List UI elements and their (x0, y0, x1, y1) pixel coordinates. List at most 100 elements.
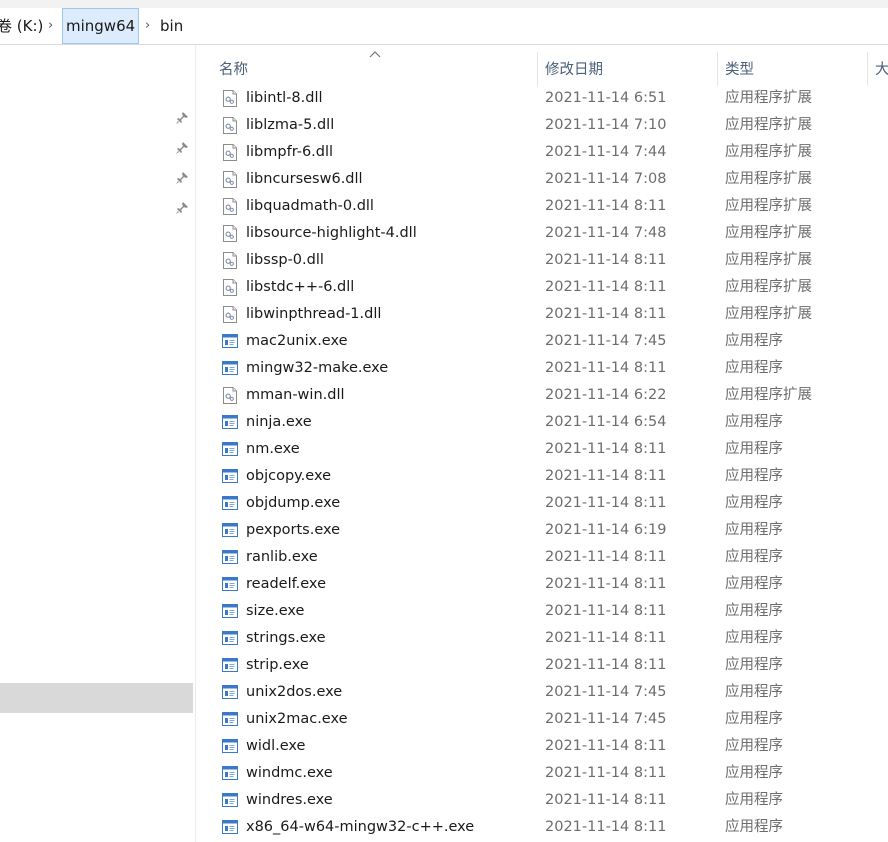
navigation-pane[interactable] (0, 45, 194, 842)
file-row[interactable]: nm.exe 2021-11-14 8:11 应用程序 (210, 436, 888, 463)
file-name: libncursesw6.dll (246, 171, 363, 187)
dll-file-icon (222, 117, 238, 134)
file-modified-date: 2021-11-14 7:08 (545, 171, 667, 187)
file-row[interactable]: mac2unix.exe 2021-11-14 7:45 应用程序 (210, 328, 888, 355)
file-row[interactable]: ninja.exe 2021-11-14 6:54 应用程序 (210, 409, 888, 436)
file-name: mman-win.dll (246, 387, 345, 403)
pin-icon[interactable] (176, 112, 188, 124)
file-name: ranlib.exe (246, 549, 318, 565)
file-row[interactable]: mman-win.dll 2021-11-14 6:22 应用程序扩展 (210, 382, 888, 409)
exe-file-icon (222, 684, 238, 701)
file-row[interactable]: unix2mac.exe 2021-11-14 7:45 应用程序 (210, 706, 888, 733)
file-name: mingw32-make.exe (246, 360, 389, 376)
pin-icon[interactable] (176, 172, 188, 184)
file-name: ninja.exe (246, 414, 312, 430)
dll-file-icon (222, 90, 238, 107)
file-name: liblzma-5.dll (246, 117, 335, 133)
file-name: libintl-8.dll (246, 90, 323, 106)
breadcrumb-mingw64[interactable]: mingw64 (62, 8, 140, 44)
file-type: 应用程序 (725, 792, 783, 808)
column-header-type[interactable]: 类型 (725, 56, 754, 84)
file-row[interactable]: unix2dos.exe 2021-11-14 7:45 应用程序 (210, 679, 888, 706)
file-type: 应用程序 (725, 360, 783, 376)
file-row[interactable]: libwinpthread-1.dll 2021-11-14 8:11 应用程序扩展 (210, 301, 888, 328)
pin-icon[interactable] (176, 142, 188, 154)
file-modified-date: 2021-11-14 8:11 (545, 360, 667, 376)
dll-file-icon (222, 198, 238, 215)
file-row[interactable]: mingw32-make.exe 2021-11-14 8:11 应用程序 (210, 355, 888, 382)
file-row[interactable]: libncursesw6.dll 2021-11-14 7:08 应用程序扩展 (210, 166, 888, 193)
exe-file-icon (222, 441, 238, 458)
file-row[interactable]: strings.exe 2021-11-14 8:11 应用程序 (210, 625, 888, 652)
file-type: 应用程序 (725, 522, 783, 538)
file-modified-date: 2021-11-14 6:54 (545, 414, 667, 430)
file-type: 应用程序扩展 (725, 144, 812, 160)
breadcrumb-chevron-icon[interactable]: › (48, 8, 53, 44)
file-type: 应用程序扩展 (725, 225, 812, 241)
file-row[interactable]: objcopy.exe 2021-11-14 8:11 应用程序 (210, 463, 888, 490)
column-header-name[interactable]: 名称 (219, 56, 248, 84)
file-modified-date: 2021-11-14 8:11 (545, 630, 667, 646)
file-row[interactable]: size.exe 2021-11-14 8:11 应用程序 (210, 598, 888, 625)
file-modified-date: 2021-11-14 7:45 (545, 711, 667, 727)
file-type: 应用程序扩展 (725, 279, 812, 295)
file-modified-date: 2021-11-14 8:11 (545, 279, 667, 295)
file-row[interactable]: liblzma-5.dll 2021-11-14 7:10 应用程序扩展 (210, 112, 888, 139)
file-row[interactable]: libstdc++-6.dll 2021-11-14 8:11 应用程序扩展 (210, 274, 888, 301)
file-modified-date: 2021-11-14 8:11 (545, 765, 667, 781)
file-row[interactable]: widl.exe 2021-11-14 8:11 应用程序 (210, 733, 888, 760)
exe-file-icon (222, 468, 238, 485)
column-header-date[interactable]: 修改日期 (545, 56, 603, 84)
file-row[interactable]: ranlib.exe 2021-11-14 8:11 应用程序 (210, 544, 888, 571)
breadcrumb-chevron-icon[interactable]: › (145, 8, 150, 44)
file-modified-date: 2021-11-14 7:45 (545, 333, 667, 349)
nav-selected-item[interactable] (0, 683, 193, 713)
exe-file-icon (222, 576, 238, 593)
breadcrumb-drive[interactable]: 卷 (K:) (0, 8, 43, 44)
pin-icon[interactable] (176, 202, 188, 214)
dll-file-icon (222, 144, 238, 161)
file-name: strip.exe (246, 657, 309, 673)
file-name: pexports.exe (246, 522, 341, 538)
address-bar[interactable]: 卷 (K:) › mingw64 › bin (0, 8, 888, 45)
column-separator[interactable] (537, 52, 538, 86)
column-separator[interactable] (717, 52, 718, 86)
exe-file-icon (222, 603, 238, 620)
file-row[interactable]: libmpfr-6.dll 2021-11-14 7:44 应用程序扩展 (210, 139, 888, 166)
file-type: 应用程序扩展 (725, 90, 812, 106)
file-type: 应用程序 (725, 603, 783, 619)
exe-file-icon (222, 414, 238, 431)
file-row[interactable]: libintl-8.dll 2021-11-14 6:51 应用程序扩展 (210, 85, 888, 112)
file-row[interactable]: pexports.exe 2021-11-14 6:19 应用程序 (210, 517, 888, 544)
file-row[interactable]: strip.exe 2021-11-14 8:11 应用程序 (210, 652, 888, 679)
file-row[interactable]: readelf.exe 2021-11-14 8:11 应用程序 (210, 571, 888, 598)
file-name: windres.exe (246, 792, 333, 808)
file-row[interactable]: libquadmath-0.dll 2021-11-14 8:11 应用程序扩展 (210, 193, 888, 220)
exe-file-icon (222, 738, 238, 755)
exe-file-icon (222, 360, 238, 377)
exe-file-icon (222, 711, 238, 728)
exe-file-icon (222, 549, 238, 566)
file-modified-date: 2021-11-14 8:11 (545, 198, 667, 214)
file-type: 应用程序扩展 (725, 306, 812, 322)
file-type: 应用程序扩展 (725, 198, 812, 214)
exe-file-icon (222, 495, 238, 512)
file-type: 应用程序 (725, 441, 783, 457)
file-name: strings.exe (246, 630, 326, 646)
file-row[interactable]: libssp-0.dll 2021-11-14 8:11 应用程序扩展 (210, 247, 888, 274)
file-row[interactable]: libsource-highlight-4.dll 2021-11-14 7:48… (210, 220, 888, 247)
file-row[interactable]: windres.exe 2021-11-14 8:11 应用程序 (210, 787, 888, 814)
column-separator[interactable] (867, 52, 868, 86)
breadcrumb-bin[interactable]: bin (160, 8, 183, 44)
file-row[interactable]: objdump.exe 2021-11-14 8:11 应用程序 (210, 490, 888, 517)
file-name: libquadmath-0.dll (246, 198, 374, 214)
file-row[interactable]: x86_64-w64-mingw32-c++.exe 2021-11-14 8:1… (210, 814, 888, 841)
file-modified-date: 2021-11-14 7:48 (545, 225, 667, 241)
file-modified-date: 2021-11-14 8:11 (545, 468, 667, 484)
file-modified-date: 2021-11-14 8:11 (545, 738, 667, 754)
pane-divider[interactable] (195, 45, 196, 842)
file-name: libmpfr-6.dll (246, 144, 334, 160)
column-header-size[interactable]: 大 (875, 56, 888, 84)
file-modified-date: 2021-11-14 7:10 (545, 117, 667, 133)
file-row[interactable]: windmc.exe 2021-11-14 8:11 应用程序 (210, 760, 888, 787)
